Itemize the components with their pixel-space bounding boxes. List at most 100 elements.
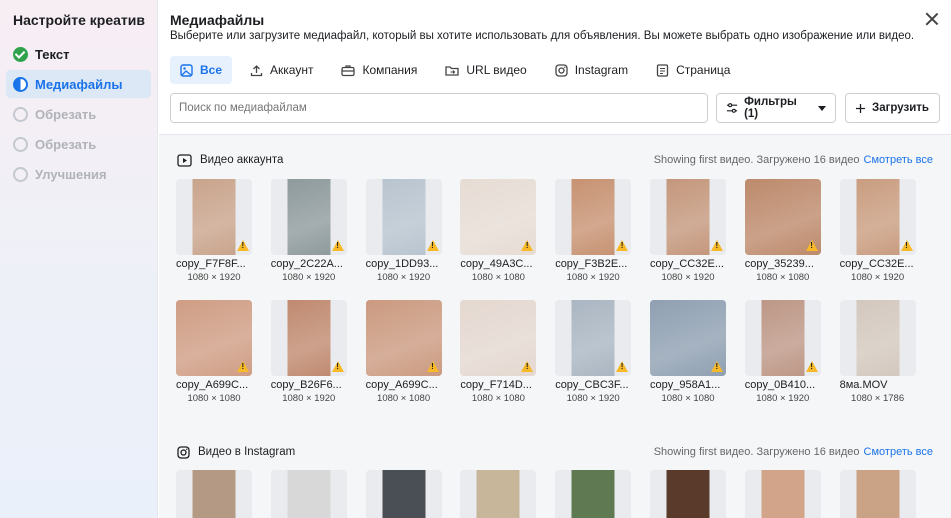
video-file-name: copy_CC32E... [650, 258, 724, 270]
media-search-input[interactable] [170, 93, 708, 123]
thumbnail-image [382, 470, 426, 518]
video-tile[interactable]: copy_1DD93... 1080 × 1920 [365, 179, 442, 283]
video-tile[interactable]: copy_CC32E... 1080 × 1920 [650, 179, 726, 283]
video-thumbnail[interactable] [460, 300, 537, 376]
video-tile[interactable]: copy_B26F6... 1080 × 1920 [270, 300, 347, 404]
warning-icon [711, 240, 723, 251]
video-tile[interactable]: copy_F714D... 1080 × 1080 [460, 300, 537, 404]
video-thumbnail[interactable] [839, 300, 916, 376]
thumbnail-image [571, 470, 615, 518]
see-all-link[interactable]: Смотреть все [864, 154, 933, 166]
step-text[interactable]: Текст [6, 40, 151, 68]
step-label: Улучшения [35, 166, 107, 182]
tab-instagram[interactable]: Instagram [545, 56, 638, 84]
video-tile[interactable]: copy_A699C... 1080 × 1080 [365, 300, 442, 404]
media-panel: Медиафайлы Выберите или загрузите медиаф… [159, 0, 951, 518]
tab-account[interactable]: Аккаунт [240, 56, 323, 84]
step-crop-2[interactable]: Обрезать [6, 130, 151, 158]
step-crop-1[interactable]: Обрезать [6, 100, 151, 128]
page-subtitle: Выберите или загрузите медиафайл, которы… [170, 30, 915, 42]
video-thumbnail[interactable] [460, 179, 537, 255]
see-all-link[interactable]: Смотреть все [864, 446, 933, 458]
step-enhancements[interactable]: Улучшения [6, 160, 151, 188]
warning-icon [805, 240, 818, 251]
video-thumbnail[interactable] [555, 300, 632, 376]
close-icon[interactable] [925, 12, 939, 26]
warning-icon [900, 240, 913, 251]
video-tile[interactable]: copy_0B410... 1080 × 1920 [744, 300, 821, 404]
tab-all[interactable]: Все [170, 56, 233, 84]
instagram-video-thumbnail[interactable] [839, 470, 916, 518]
instagram-videos-grid [176, 470, 936, 518]
video-tile[interactable]: copy_F3B2E... 1080 × 1920 [555, 179, 632, 283]
tab-label: URL видео [466, 63, 527, 77]
video-dimensions: 1080 × 1920 [661, 272, 715, 283]
video-tile[interactable]: copy_F7F8F... 1080 × 1920 [176, 179, 252, 283]
video-thumbnail[interactable] [744, 179, 821, 255]
video-dimensions: 1080 × 1920 [282, 393, 336, 404]
instagram-icon [177, 445, 190, 459]
video-tile[interactable]: copy_CBC3F... 1080 × 1920 [555, 300, 632, 404]
source-tabs: Все Аккаунт Компания URL видео Instagram… [170, 56, 748, 84]
video-thumbnail[interactable] [839, 179, 916, 255]
instagram-video-thumbnail[interactable] [460, 470, 537, 518]
video-tile[interactable]: copy_2C22A... 1080 × 1920 [270, 179, 347, 283]
tab-video-url[interactable]: URL видео [435, 56, 536, 84]
filters-label: Фильтры (1) [744, 96, 797, 120]
creative-steps-sidebar: Настройте креатив Текст Медиафайлы Обрез… [0, 0, 158, 518]
video-dimensions: 1080 × 1080 [377, 393, 431, 404]
video-thumbnail[interactable] [270, 300, 347, 376]
step-media[interactable]: Медиафайлы [6, 70, 151, 98]
video-dimensions: 1080 × 1920 [756, 393, 810, 404]
video-file-name: copy_2C22A... [270, 258, 343, 270]
video-thumbnail[interactable] [365, 300, 442, 376]
warning-icon [805, 361, 818, 372]
page-title: Медиафайлы [170, 12, 265, 28]
video-tile[interactable]: 8ма.MOV 1080 × 1786 [839, 300, 916, 404]
video-thumbnail[interactable] [270, 179, 347, 255]
filters-dropdown-button[interactable]: Фильтры (1) [716, 93, 836, 123]
video-dimensions: 1080 × 1080 [471, 272, 525, 283]
section-header-instagram-videos: Видео в Instagram Showing first видео. З… [177, 444, 933, 460]
warning-icon [237, 240, 249, 251]
instagram-video-thumbnail[interactable] [555, 470, 632, 518]
upload-button[interactable]: Загрузить [845, 93, 940, 123]
video-thumbnail[interactable] [650, 300, 726, 376]
video-thumbnail[interactable] [176, 179, 252, 255]
video-dimensions: 1080 × 1920 [851, 272, 905, 283]
instagram-video-thumbnail[interactable] [176, 470, 252, 518]
video-tile[interactable]: copy_958A1... 1080 × 1080 [650, 300, 726, 404]
video-thumbnail[interactable] [650, 179, 726, 255]
video-thumbnail[interactable] [555, 179, 632, 255]
tab-label: Аккаунт [270, 63, 314, 77]
video-thumbnail[interactable] [176, 300, 252, 376]
tab-business[interactable]: Компания [331, 56, 427, 84]
step-label: Текст [35, 46, 70, 62]
video-dimensions: 1080 × 1080 [756, 272, 810, 283]
video-tile[interactable]: copy_49A3C... 1080 × 1080 [460, 179, 537, 283]
video-tile[interactable]: copy_CC32E... 1080 × 1920 [839, 179, 916, 283]
video-dimensions: 1080 × 1786 [851, 393, 905, 404]
warning-icon [237, 361, 249, 372]
thumbnail-image [476, 470, 520, 518]
video-dimensions: 1080 × 1920 [377, 272, 431, 283]
tab-page[interactable]: Страница [646, 56, 740, 84]
thumbnail-image [192, 179, 236, 255]
video-tile[interactable]: copy_A699C... 1080 × 1080 [176, 300, 252, 404]
video-file-name: copy_49A3C... [460, 258, 533, 270]
instagram-video-thumbnail[interactable] [365, 470, 442, 518]
instagram-video-thumbnail[interactable] [270, 470, 347, 518]
instagram-video-thumbnail[interactable] [650, 470, 726, 518]
video-thumbnail[interactable] [744, 300, 821, 376]
video-thumbnail[interactable] [365, 179, 442, 255]
video-tile[interactable]: copy_35239... 1080 × 1080 [744, 179, 821, 283]
section-title: Видео в Instagram [198, 446, 296, 458]
section-count-text: Showing first видео. Загружено 16 видео [653, 154, 860, 166]
video-file-name: copy_A699C... [365, 379, 438, 391]
instagram-video-thumbnail[interactable] [744, 470, 821, 518]
warning-icon [331, 240, 344, 251]
video-dimensions: 1080 × 1920 [282, 272, 336, 283]
video-dimensions: 1080 × 1080 [661, 393, 715, 404]
video-file-name: copy_35239... [744, 258, 814, 270]
warning-icon [616, 361, 629, 372]
